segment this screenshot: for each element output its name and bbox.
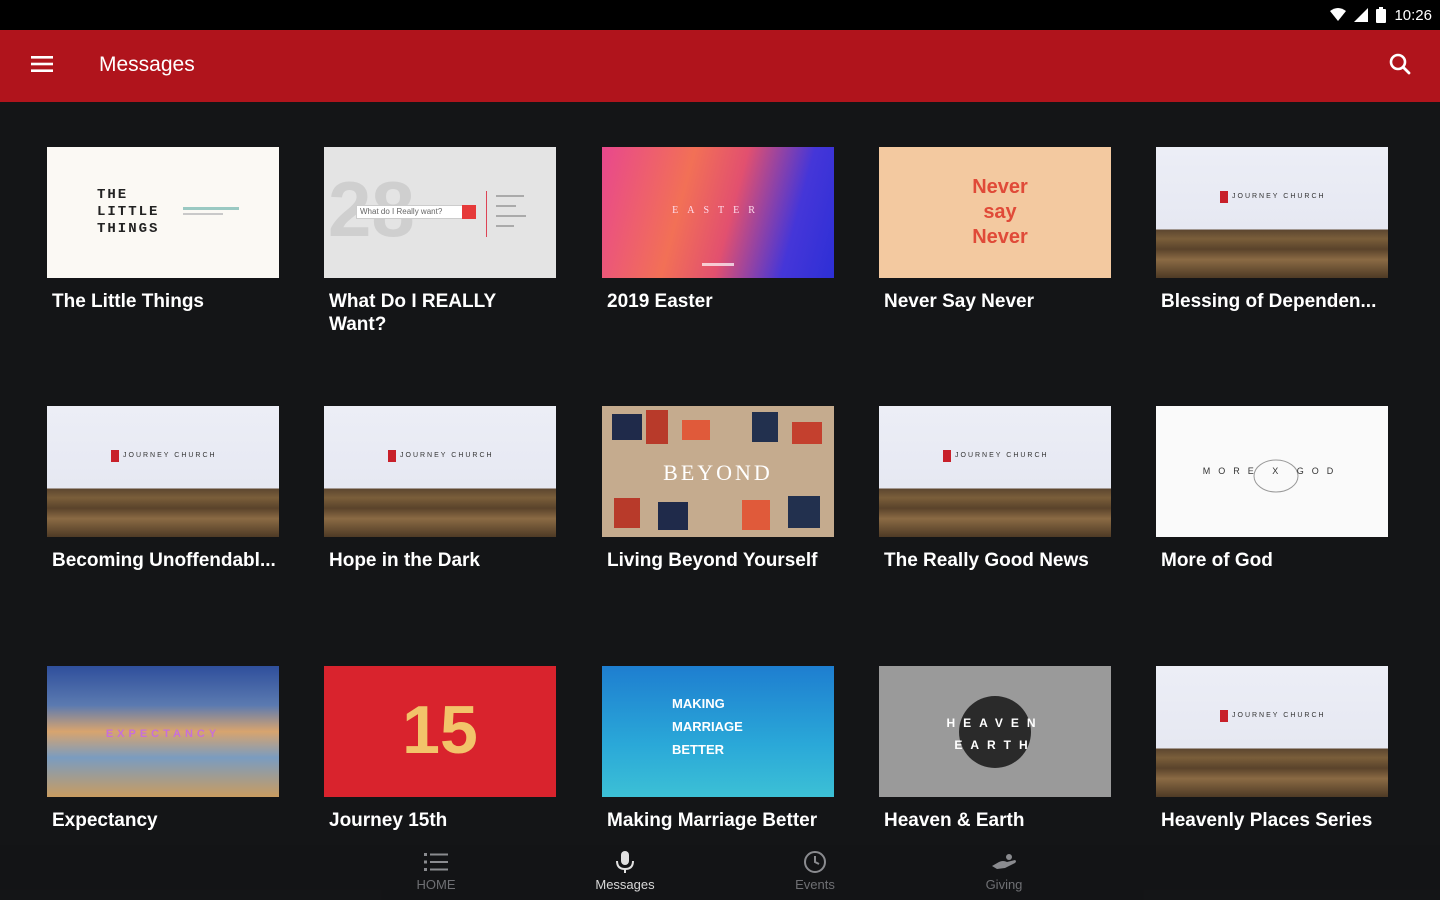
thumbnail-text: EXPECTANCY — [105, 728, 221, 740]
message-thumbnail: MORE X GOD — [1156, 406, 1388, 537]
nav-label: Messages — [595, 877, 655, 892]
list-icon — [376, 849, 496, 875]
message-title: The Little Things — [52, 291, 204, 312]
clock-icon — [755, 849, 875, 875]
message-title: Never Say Never — [884, 291, 1034, 312]
thumbnail-text: EASTER — [672, 205, 764, 216]
thumbnail-text: MORE X GOD — [1202, 466, 1342, 476]
menu-button[interactable] — [24, 48, 60, 84]
nav-item-messages[interactable]: Messages — [565, 849, 685, 892]
message-card[interactable]: JOURNEY CHURCH Blessing of Dependen... — [1156, 147, 1388, 313]
thumbnail-text: JOURNEY CHURCH — [1232, 193, 1326, 200]
nav-label: Events — [795, 877, 835, 892]
message-title: Living Beyond Yourself — [607, 550, 818, 571]
thumbnail-text: JOURNEY CHURCH — [123, 452, 217, 459]
wifi-icon — [1330, 8, 1347, 22]
message-title: Journey 15th — [329, 810, 448, 831]
message-card[interactable]: THE LITTLE THINGS The Little Things — [47, 147, 279, 313]
message-thumbnail: Never say Never — [879, 147, 1111, 278]
message-thumbnail: JOURNEY CHURCH — [879, 406, 1111, 537]
message-card[interactable]: JOURNEY CHURCH Becoming Unoffendabl... — [47, 406, 279, 572]
message-card[interactable]: Never say Never Never Say Never — [879, 147, 1111, 313]
message-title: Hope in the Dark — [329, 550, 480, 571]
message-thumbnail: HEAVEN EARTH — [879, 666, 1111, 797]
nav-label: HOME — [416, 877, 456, 892]
status-time: 10:26 — [1394, 6, 1432, 24]
message-title: Heaven & Earth — [884, 810, 1025, 831]
message-card[interactable]: EXPECTANCY Expectancy — [47, 666, 279, 832]
battery-icon — [1376, 7, 1387, 23]
message-title: More of God — [1161, 550, 1273, 571]
nav-item-events[interactable]: Events — [755, 849, 875, 892]
thumbnail-text: JOURNEY CHURCH — [1232, 712, 1326, 719]
message-card[interactable]: MAKING MARRIAGE BETTER Making Marriage B… — [602, 666, 834, 832]
message-thumbnail: JOURNEY CHURCH — [1156, 666, 1388, 797]
message-title: Making Marriage Better — [607, 810, 818, 831]
message-thumbnail: THE LITTLE THINGS — [47, 147, 279, 278]
thumbnail-text: HEAVEN EARTH — [946, 716, 1044, 752]
message-thumbnail: EASTER — [602, 147, 834, 278]
status-icons: 10:26 — [1330, 5, 1432, 25]
message-title: 2019 Easter — [607, 291, 713, 312]
message-card[interactable]: JOURNEY CHURCH The Really Good News — [879, 406, 1111, 572]
hamburger-menu-icon — [31, 55, 53, 77]
message-card[interactable]: MORE X GOD More of God — [1156, 406, 1388, 572]
message-card[interactable]: 28 What do I Really want? What Do I REAL… — [324, 147, 556, 336]
message-card[interactable]: BEYOND Living Beyond Yourself — [602, 406, 834, 572]
nav-item-home[interactable]: HOME — [376, 849, 496, 892]
status-bar: 10:26 — [0, 0, 1440, 30]
thumbnail-text: What do I Really want? — [360, 207, 443, 216]
message-title: Expectancy — [52, 810, 158, 831]
search-icon — [1389, 53, 1411, 80]
message-title: What Do I REALLY Want? — [329, 291, 496, 335]
message-card[interactable]: JOURNEY CHURCH Heavenly Places Series — [1156, 666, 1388, 832]
page-title: Messages — [99, 53, 195, 76]
nav-label: Giving — [985, 877, 1023, 892]
message-thumbnail: BEYOND — [602, 406, 834, 537]
message-thumbnail: JOURNEY CHURCH — [47, 406, 279, 537]
message-thumbnail: EXPECTANCY — [47, 666, 279, 797]
message-thumbnail: JOURNEY CHURCH — [324, 406, 556, 537]
message-title: Blessing of Dependen... — [1161, 291, 1377, 312]
message-card[interactable]: HEAVEN EARTH Heaven & Earth — [879, 666, 1111, 832]
message-title: Becoming Unoffendabl... — [52, 550, 276, 571]
message-card[interactable]: EASTER 2019 Easter — [602, 147, 834, 313]
thumbnail-text: MAKING MARRIAGE BETTER — [672, 696, 743, 757]
message-thumbnail: 28 What do I Really want? — [324, 147, 556, 278]
bottom-navigation: HOME Messages Events Giving — [0, 845, 1440, 900]
app-bar: Messages — [0, 30, 1440, 102]
thumbnail-text: THE LITTLE THINGS — [97, 187, 160, 237]
message-thumbnail: JOURNEY CHURCH — [1156, 147, 1388, 278]
message-thumbnail: 15 — [324, 666, 556, 797]
microphone-icon — [565, 849, 685, 875]
signal-icon — [1354, 8, 1369, 22]
thumbnail-text: JOURNEY CHURCH — [400, 452, 494, 459]
nav-item-giving[interactable]: Giving — [944, 849, 1064, 892]
message-card[interactable]: 15 Journey 15th — [324, 666, 556, 832]
message-thumbnail: MAKING MARRIAGE BETTER — [602, 666, 834, 797]
thumbnail-text: 15 — [402, 692, 478, 768]
thumbnail-text: BEYOND — [663, 460, 773, 485]
message-card[interactable]: JOURNEY CHURCH Hope in the Dark — [324, 406, 556, 572]
message-title: The Really Good News — [884, 550, 1089, 571]
search-button[interactable] — [1382, 48, 1418, 84]
message-title: Heavenly Places Series — [1161, 810, 1373, 831]
thumbnail-text: JOURNEY CHURCH — [955, 452, 1049, 459]
giving-hand-icon — [944, 849, 1064, 875]
thumbnail-text: Never say Never — [972, 176, 1028, 248]
